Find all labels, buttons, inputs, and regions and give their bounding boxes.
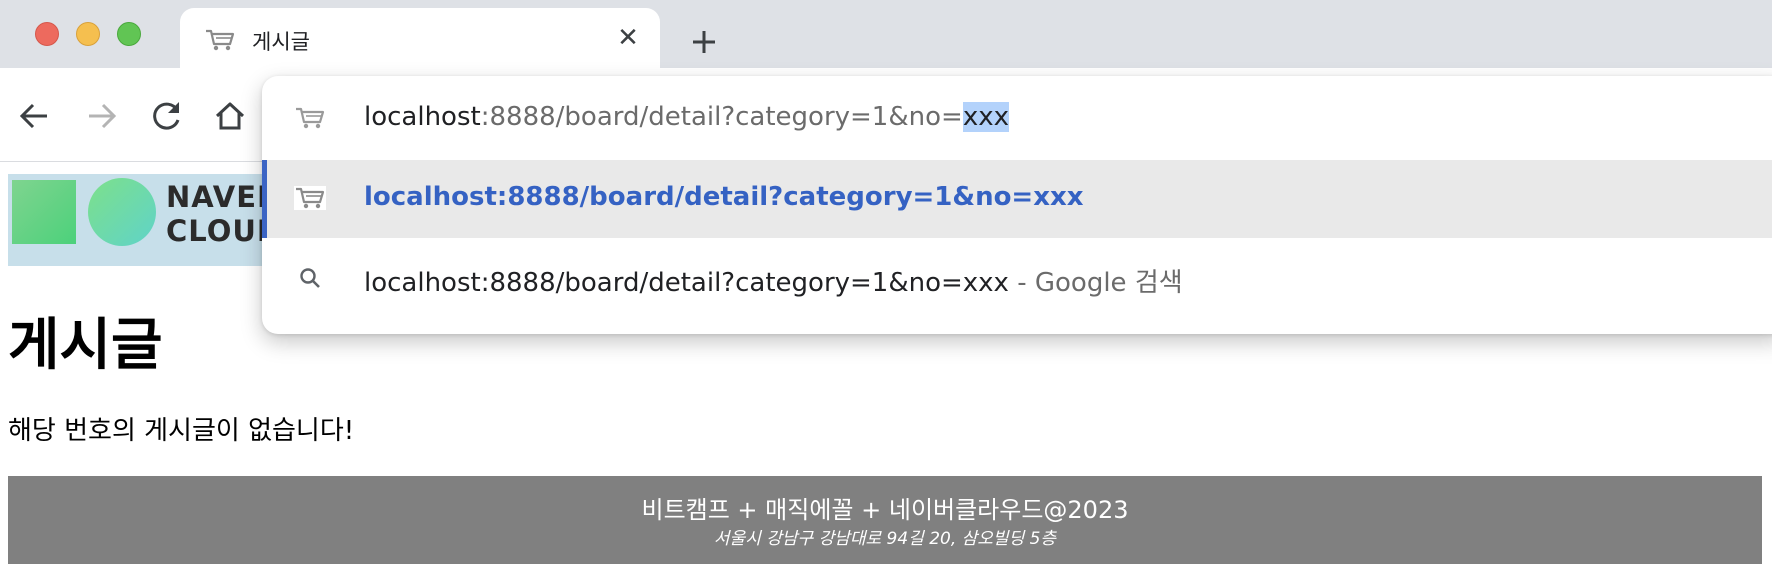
suggestion-url[interactable]: localhost:8888/board/detail?category=1&n… xyxy=(262,160,1772,238)
cart-icon xyxy=(294,106,326,130)
back-arrow-icon xyxy=(19,103,47,129)
logo-circle xyxy=(88,178,156,246)
url-path: :8888/board/detail?category=1&no= xyxy=(480,102,963,132)
selection-accent xyxy=(262,160,267,238)
url-host: localhost xyxy=(364,102,481,132)
omnibox-dropdown: localhost:8888/board/detail?category=1&n… xyxy=(262,76,1772,334)
suggestion-url-text: localhost:8888/board/detail?category=1&n… xyxy=(364,182,1084,212)
forward-arrow-icon xyxy=(89,103,117,129)
browser-tab[interactable]: 게시글 ✕ xyxy=(180,8,660,68)
empty-message: 해당 번호의 게시글이 없습니다! xyxy=(8,416,355,446)
tab-strip: 게시글 ✕ xyxy=(0,0,1772,68)
forward-button[interactable] xyxy=(82,96,122,136)
footer-credits: 비트캠프 + 매직에꼴 + 네이버클라우드@2023 xyxy=(641,496,1129,524)
close-window-button[interactable] xyxy=(35,22,59,46)
new-tab-button[interactable] xyxy=(684,22,724,62)
close-tab-icon[interactable]: ✕ xyxy=(614,24,642,52)
naver-cloud-logo[interactable]: NAVER CLOUD xyxy=(8,174,278,266)
address-bar[interactable]: localhost:8888/board/detail?category=1&n… xyxy=(262,76,1772,160)
home-icon xyxy=(215,102,245,130)
tab-title: 게시글 xyxy=(252,30,310,54)
search-query: localhost:8888/board/detail?category=1&n… xyxy=(364,268,1009,298)
reload-button[interactable] xyxy=(146,96,186,136)
plus-icon xyxy=(693,31,715,53)
url-selected-text: xxx xyxy=(962,102,1009,132)
suggestion-search-text: localhost:8888/board/detail?category=1&n… xyxy=(364,262,1183,299)
back-button[interactable] xyxy=(14,96,54,136)
footer: 비트캠프 + 매직에꼴 + 네이버클라우드@2023 서울시 강남구 강남대로 … xyxy=(8,476,1762,564)
cart-icon xyxy=(204,28,236,52)
minimize-window-button[interactable] xyxy=(76,22,100,46)
maximize-window-button[interactable] xyxy=(117,22,141,46)
search-suffix: - Google 검색 xyxy=(1008,268,1183,298)
footer-address: 서울시 강남구 강남대로 94길 20, 삼오빌딩 5층 xyxy=(713,529,1057,549)
reload-icon xyxy=(153,102,180,130)
address-input[interactable]: localhost:8888/board/detail?category=1&n… xyxy=(364,102,1009,132)
suggestion-search[interactable]: localhost:8888/board/detail?category=1&n… xyxy=(262,238,1772,318)
search-icon xyxy=(294,266,326,290)
cart-icon xyxy=(294,186,326,210)
page-title: 게시글 xyxy=(8,313,163,378)
home-button[interactable] xyxy=(210,96,250,136)
logo-square xyxy=(12,180,76,244)
